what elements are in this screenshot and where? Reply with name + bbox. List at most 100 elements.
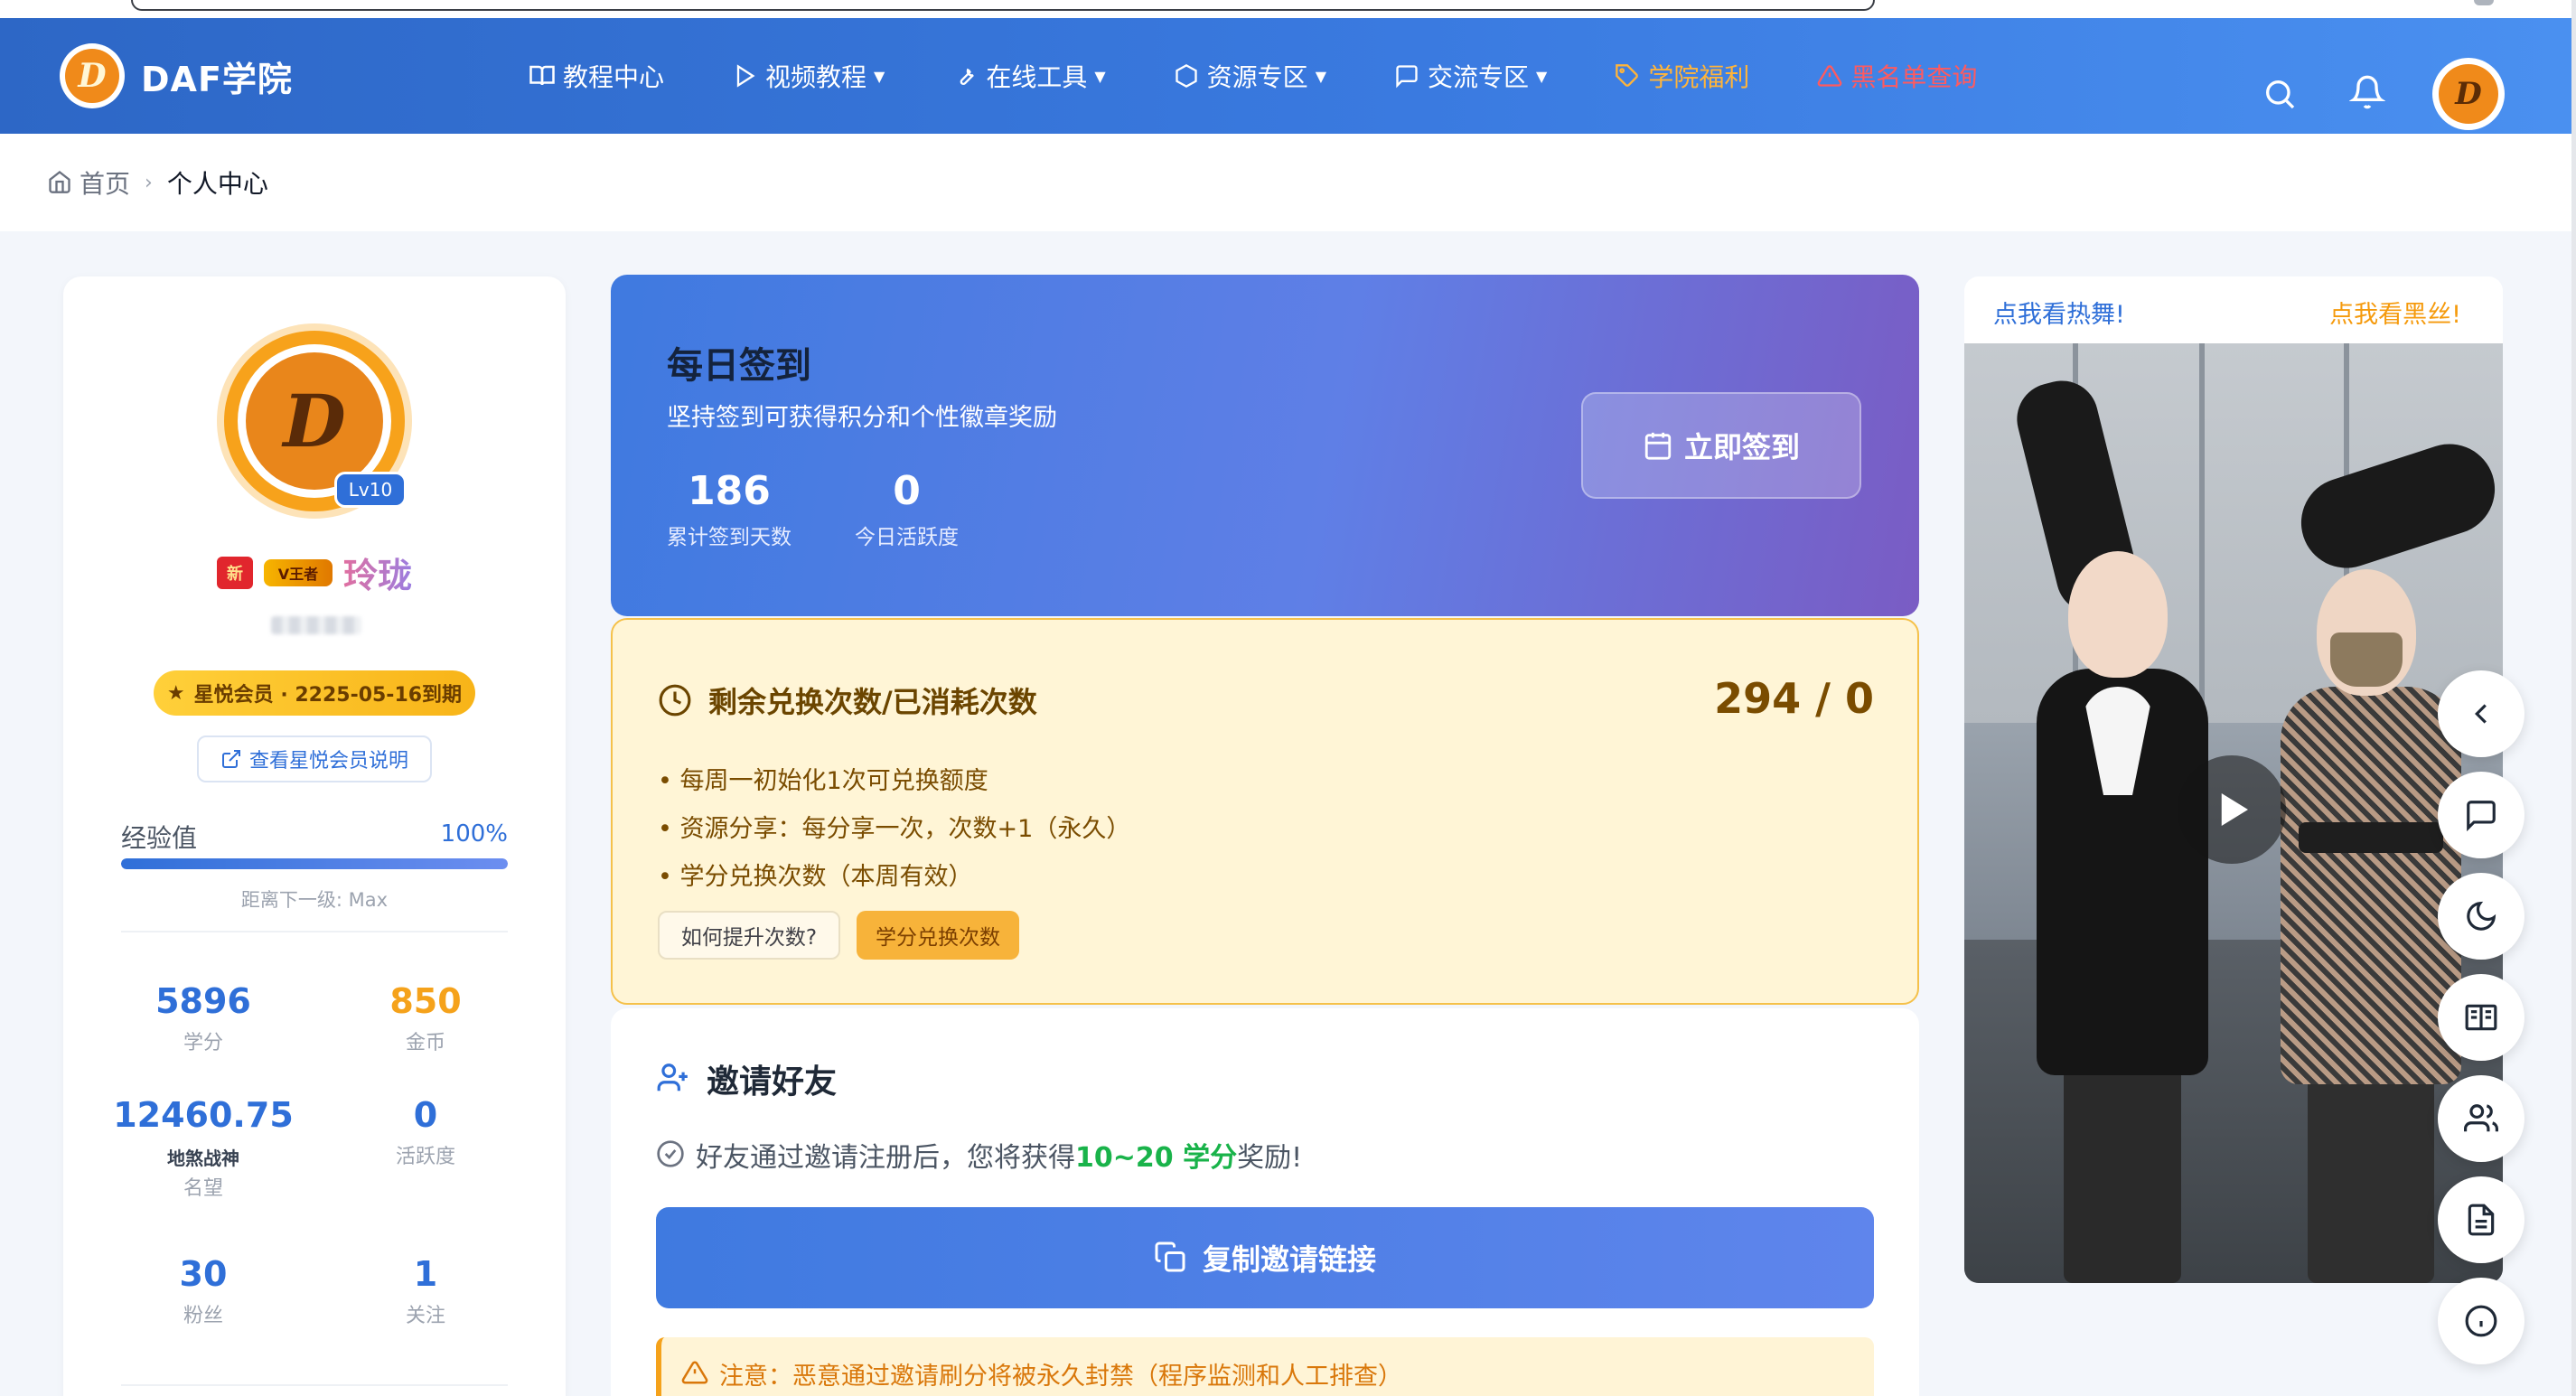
stat-credits: 5896 学分: [99, 981, 307, 1055]
exchange-card: 剩余兑换次数/已消耗次数 294 / 0 每周一初始化1次可兑换额度 资源分享：…: [611, 618, 1919, 1005]
stat-followers[interactable]: 30 粉丝: [99, 1254, 307, 1328]
signin-total-days-value: 186: [688, 468, 771, 514]
breadcrumb: 首页 › 个人中心: [47, 164, 268, 201]
vip-info-link[interactable]: 查看星悦会员说明: [197, 735, 432, 782]
nav-item-tools[interactable]: 在线工具 ▼: [950, 58, 1106, 94]
invite-desc-prefix: 好友通过邀请注册后，您将获得: [696, 1142, 1075, 1174]
signin-desc: 坚持签到可获得积分和个性徽章奖励: [667, 404, 1057, 432]
nav-item-benefits[interactable]: 学院福利: [1612, 58, 1749, 94]
how-to-increase-button[interactable]: 如何提升次数?: [658, 911, 840, 960]
stat-value: 0: [413, 1095, 438, 1135]
nav-label: 学院福利: [1648, 62, 1750, 92]
stat-label: 活跃度: [395, 1146, 455, 1168]
bell-icon[interactable]: [2348, 74, 2386, 110]
username-row: 新 V王者 玲珑: [63, 548, 566, 597]
new-medal-icon: 新: [216, 556, 253, 589]
breadcrumb-current: 个人中心: [166, 169, 268, 199]
divider: [121, 1384, 508, 1386]
nav-label: 交流专区: [1428, 62, 1530, 92]
warning-icon: [681, 1359, 710, 1388]
search-icon[interactable]: [2262, 76, 2298, 112]
stat-rank-title: 地煞战神: [167, 1148, 239, 1169]
book-open-icon[interactable]: [2438, 974, 2524, 1061]
user-avatar[interactable]: D: [2432, 58, 2505, 130]
user-plus-icon: [656, 1061, 692, 1097]
invite-desc-suffix: 奖励!: [1237, 1142, 1303, 1174]
nav-label: 黑名单查询: [1850, 62, 1978, 92]
brand[interactable]: D DAF学院: [60, 43, 293, 108]
chevron-left-icon[interactable]: [2438, 670, 2524, 757]
invite-title-text: 邀请好友: [707, 1063, 838, 1101]
breadcrumb-bar: 首页 › 个人中心: [0, 134, 2571, 231]
video-figure: [2330, 632, 2403, 687]
list-item: 每周一初始化1次可兑换额度: [658, 761, 1130, 796]
calendar-icon: [1643, 430, 1673, 461]
divider: [121, 931, 508, 932]
stat-label: 名望: [183, 1177, 223, 1200]
book-icon: [527, 61, 557, 91]
clock-icon: [658, 683, 692, 717]
signin-button-label: 立即签到: [1683, 430, 1800, 464]
users-icon[interactable]: [2438, 1075, 2524, 1162]
brand-name: DAF学院: [141, 59, 293, 99]
chat-icon: [1391, 61, 1422, 91]
nav-item-tutorials[interactable]: 教程中心: [527, 58, 664, 94]
signin-today-activity-label: 今日活跃度: [855, 526, 959, 549]
stat-activity: 0 活跃度: [322, 1095, 529, 1169]
signin-today-activity-value: 0: [893, 468, 921, 514]
copy-invite-link-label: 复制邀请链接: [1202, 1242, 1376, 1277]
info-icon[interactable]: [2438, 1278, 2524, 1364]
invite-reward: 10~20 学分: [1075, 1142, 1238, 1174]
exp-percent: 100%: [440, 820, 508, 848]
signin-title: 每日签到: [667, 345, 811, 387]
nav-item-resources[interactable]: 资源专区 ▼: [1171, 58, 1326, 94]
document-icon[interactable]: [2438, 1176, 2524, 1263]
moon-icon[interactable]: [2438, 873, 2524, 960]
stat-following[interactable]: 1 关注: [322, 1254, 529, 1328]
stat-value: 12460.75: [113, 1095, 294, 1135]
nav-item-blacklist[interactable]: 黑名单查询: [1814, 58, 1977, 94]
stat-coins: 850 金币: [322, 981, 529, 1055]
video-figure: [2064, 1057, 2181, 1283]
stat-label: 关注: [405, 1305, 445, 1327]
username: 玲珑: [343, 548, 412, 597]
invite-card: 邀请好友 好友通过邀请注册后，您将获得 10~20 学分 奖励! 复制邀请链接 …: [611, 1008, 1919, 1396]
logo-icon: D: [60, 43, 125, 108]
site-header: D DAF学院 教程中心 视频教程 ▼ 在线工具 ▼ 资源专区 ▼ 交流专区 ▼…: [0, 18, 2571, 134]
exchange-title-text: 剩余兑换次数/已消耗次数: [708, 685, 1037, 719]
credit-exchange-button[interactable]: 学分兑换次数: [857, 911, 1019, 960]
address-bar-outline: [131, 0, 1875, 11]
stat-value: 5896: [155, 981, 251, 1021]
logo-letter: D: [65, 49, 119, 103]
play-icon[interactable]: [2178, 755, 2286, 864]
nav-label: 在线工具: [986, 62, 1088, 92]
message-icon[interactable]: [2438, 772, 2524, 858]
blurred-user-id: [271, 616, 361, 634]
warning-icon: [1814, 61, 1845, 91]
hexagon-icon: [1171, 61, 1202, 91]
promo-video[interactable]: [1964, 343, 2503, 1283]
chevron-down-icon: ▼: [874, 67, 885, 85]
home-icon[interactable]: [47, 169, 74, 196]
external-link-icon: [220, 748, 242, 770]
signin-total-days-label: 累计签到天数: [667, 526, 792, 549]
exp-next-level: 距离下一级: Max: [240, 889, 389, 911]
daily-signin-card: 每日签到 坚持签到可获得积分和个性徽章奖励 186 累计签到天数 0 今日活跃度…: [611, 275, 1919, 616]
nav-item-community[interactable]: 交流专区 ▼: [1391, 58, 1547, 94]
signin-button[interactable]: 立即签到: [1581, 392, 1861, 499]
promo-link-dance[interactable]: 点我看热舞!: [1993, 295, 2125, 330]
list-item: 学分兑换次数（本周有效）: [658, 857, 1130, 892]
copy-icon: [1154, 1241, 1188, 1275]
stat-value: 1: [413, 1254, 438, 1294]
page-scrollbar[interactable]: [2571, 0, 2576, 1396]
promo-link-stockings[interactable]: 点我看黑丝!: [2329, 295, 2461, 330]
video-figure: [2068, 551, 2168, 678]
stat-label: 学分: [183, 1032, 223, 1054]
vip-membership-badge: ★ 星悦会员 · 2225-05-16到期: [154, 670, 475, 716]
promo-links: 点我看热舞! 点我看黑丝!: [1964, 276, 2503, 343]
breadcrumb-home[interactable]: 首页: [80, 164, 130, 201]
vip-text: 星悦会员 · 2225-05-16到期: [193, 684, 463, 707]
nav-item-video[interactable]: 视频教程 ▼: [729, 58, 885, 94]
stat-label: 粉丝: [183, 1305, 223, 1327]
copy-invite-link-button[interactable]: 复制邀请链接: [656, 1207, 1874, 1308]
